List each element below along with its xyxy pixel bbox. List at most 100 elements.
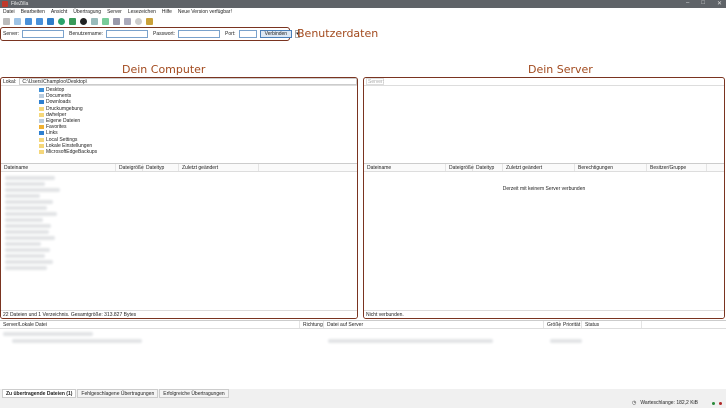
remote-status: Nicht verbunden. [364,310,724,318]
col-filename[interactable]: Dateiname [364,164,446,171]
filter-icon[interactable] [113,17,120,25]
tree-item-label: Downloads [46,99,71,106]
title-bar: FileZilla – □ ✕ [0,0,726,8]
queue-icon: ◷ [632,400,637,406]
tree-item-label: MicrosoftEdgeBackups [46,148,98,155]
local-file-header: Dateiname Dateigröße Dateityp Zuletzt ge… [1,164,357,172]
col-size[interactable]: Größe [544,321,561,328]
col-priority[interactable]: Priorität [560,321,582,328]
remote-path-label: Server: [366,78,385,85]
col-owner[interactable]: Besitzer/Gruppe [647,164,707,171]
toolbar [0,16,726,26]
maximize-icon[interactable]: □ [701,0,705,7]
remote-panel: Server: Dateiname Dateigröße Dateityp Zu… [363,77,725,319]
annotation-user-data: Benutzerdaten [297,27,379,40]
tree-item-label: Documents [46,93,72,100]
queue-item[interactable] [0,329,726,349]
tree-item-label: Druckumgebung [46,105,83,112]
folder-icon [39,94,44,99]
local-file-list[interactable] [1,172,357,274]
server-label: Server: [3,31,20,37]
folder-icon [39,143,44,148]
annotation-remote: Dein Server [528,63,593,76]
search-icon[interactable] [124,17,131,25]
queue-size: Warteschlange: 182,2 KiB [640,400,698,406]
toggle-queue-icon[interactable] [47,17,54,25]
port-input[interactable] [238,30,257,38]
refresh-icon[interactable] [58,17,65,25]
tree-item-label: Local Settings [46,136,78,143]
star-icon [39,125,44,130]
server-input[interactable] [22,30,65,38]
sync-browse-icon[interactable] [135,17,142,25]
folder-icon [39,106,44,111]
folder-icon [39,149,44,154]
local-panel: Lokal: C:\Users\Champloo\Desktop\ Deskto… [0,77,358,319]
menu-bar: Datei Bearbeiten Ansicht Übertragung Ser… [0,8,726,16]
tree-item[interactable]: MicrosoftEdgeBackups [39,149,357,155]
site-manager-icon[interactable] [3,17,10,25]
link-icon [39,131,44,136]
toggle-local-tree-icon[interactable] [25,17,32,25]
annotation-local: Dein Computer [122,63,206,76]
col-remote-file[interactable]: Datei auf Server [324,321,544,328]
download-indicator-icon [719,401,722,405]
col-direction[interactable]: Richtung [300,321,324,328]
tree-item-label: Favorites [46,124,67,131]
col-modified[interactable]: Zuletzt geändert [503,164,575,171]
find-files-icon[interactable] [146,17,153,25]
upload-indicator-icon [712,401,715,405]
menu-datei[interactable]: Datei [3,9,15,15]
col-local-file[interactable]: Server/Lokale Datei [0,321,300,328]
close-icon[interactable]: ✕ [717,0,722,7]
tree-item-label: Lokale Einstellungen [46,142,93,149]
password-label: Passwort: [153,31,175,37]
minimize-icon[interactable]: – [686,0,689,7]
queue-tabs: Zu übertragende Dateien (1) Fehlgeschlag… [0,389,726,398]
tree-item-label: Links [46,130,58,137]
process-queue-icon[interactable] [69,17,76,25]
tab-successful-transfers[interactable]: Erfolgreiche Übertragungen [159,389,229,398]
username-input[interactable] [106,30,149,38]
not-connected-message: Derzeit mit keinem Server verbunden [502,186,586,192]
tree-item-label: Desktop [46,87,65,94]
menu-new-version[interactable]: Neue Version verfügbar! [178,9,232,15]
menu-server[interactable]: Server [107,9,122,15]
disconnect-icon[interactable] [91,17,98,25]
col-modified[interactable]: Zuletzt geändert [179,164,259,171]
menu-uebertragung[interactable]: Übertragung [73,9,101,15]
folder-icon [39,88,44,93]
tab-queued-files[interactable]: Zu übertragende Dateien (1) [2,389,77,398]
col-filesize[interactable]: Dateigröße [446,164,474,171]
password-input[interactable] [178,30,220,38]
menu-ansicht[interactable]: Ansicht [51,9,67,15]
filezilla-logo-icon [2,1,8,7]
col-filesize[interactable]: Dateigröße [116,164,144,171]
col-filename[interactable]: Dateiname [1,164,116,171]
toggle-remote-tree-icon[interactable] [36,17,43,25]
connect-button[interactable]: Verbinden [259,30,293,38]
col-filetype[interactable]: Dateityp [143,164,179,171]
download-icon [39,100,44,105]
col-permissions[interactable]: Berechtigungen [575,164,647,171]
local-tree: Desktop Documents Downloads Druckumgebun… [1,86,357,164]
col-status[interactable]: Status [582,321,642,328]
menu-hilfe[interactable]: Hilfe [162,9,172,15]
quickconnect-bar: Server: Benutzername: Passwort: Port: Ve… [0,27,300,41]
col-filetype[interactable]: Dateityp [473,164,503,171]
username-label: Benutzername: [69,31,104,37]
local-path-input[interactable]: C:\Users\Champloo\Desktop\ [19,78,357,85]
transfer-queue: Server/Lokale Datei Richtung Datei auf S… [0,320,726,388]
tab-failed-transfers[interactable]: Fehlgeschlagene Übertragungen [77,389,159,398]
menu-bearbeiten[interactable]: Bearbeiten [21,9,45,15]
remote-tree [364,86,724,164]
tree-item-label: dwhelper [46,111,67,118]
menu-lesezeichen[interactable]: Lesezeichen [128,9,156,15]
remote-file-header: Dateiname Dateigröße Dateityp Zuletzt ge… [364,164,724,172]
folder-icon [39,119,44,124]
folder-icon [39,137,44,142]
toggle-log-icon[interactable] [14,17,21,25]
reconnect-icon[interactable] [102,17,109,25]
cancel-icon[interactable] [80,17,87,25]
status-bar: ◷ Warteschlange: 182,2 KiB [0,398,726,408]
